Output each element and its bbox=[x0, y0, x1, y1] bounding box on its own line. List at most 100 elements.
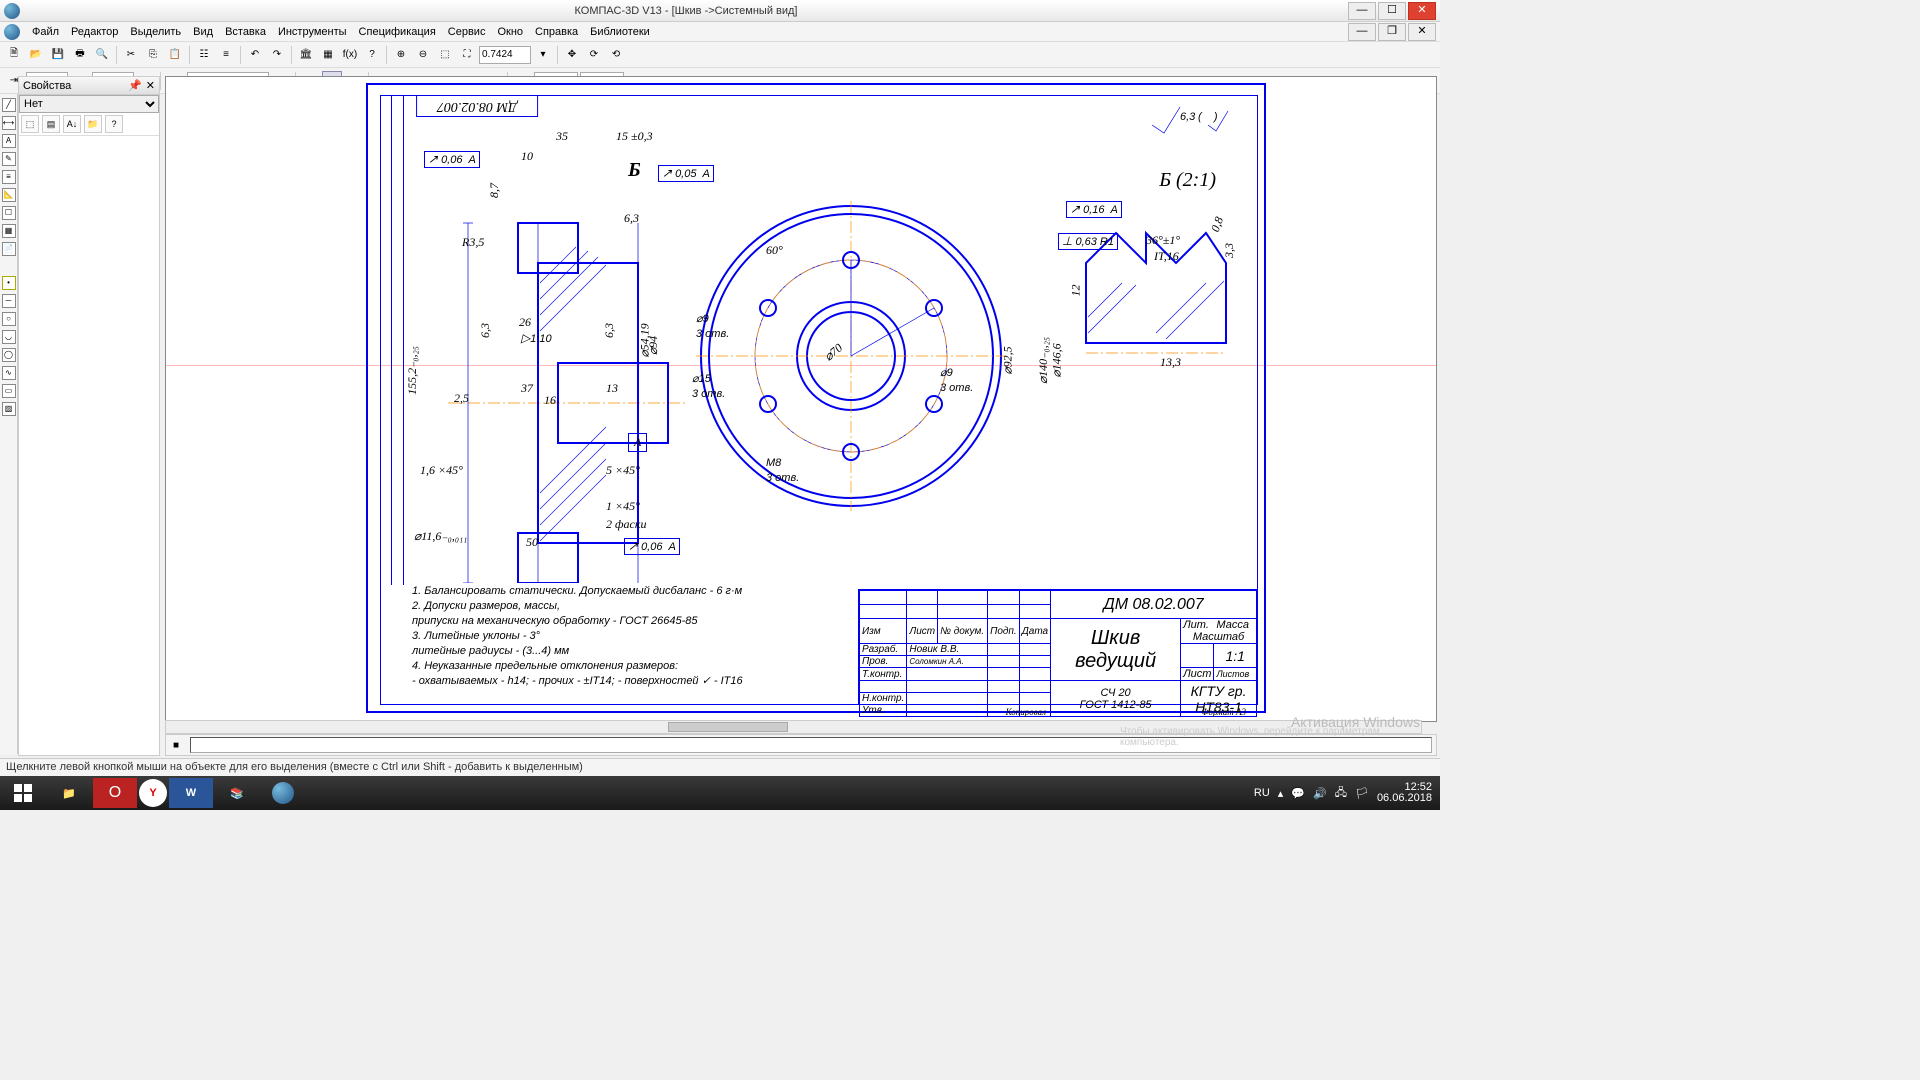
close-button[interactable]: ✕ bbox=[1408, 2, 1436, 20]
vars-icon[interactable]: ≡ bbox=[216, 45, 236, 65]
help-icon[interactable]: ? bbox=[362, 45, 382, 65]
titlebar: КОМПАС-3D V13 - [Шкив ->Системный вид] —… bbox=[0, 0, 1440, 22]
save-icon[interactable]: 💾 bbox=[48, 45, 68, 65]
prop-btn1-icon[interactable]: ⬚ bbox=[21, 115, 39, 133]
drawing-sheet: ДМ 08.02.007 6,3 ( ) Б Б (2:1) bbox=[366, 83, 1266, 713]
copy-icon[interactable]: ⎘ bbox=[143, 45, 163, 65]
spec2-icon[interactable]: ▦ bbox=[2, 224, 16, 238]
task-winrar-icon[interactable]: 📚 bbox=[215, 778, 259, 808]
menu-service[interactable]: Сервис bbox=[442, 24, 492, 40]
menu-spec[interactable]: Спецификация bbox=[353, 24, 442, 40]
task-yandex-icon[interactable]: Y bbox=[139, 779, 167, 807]
properties-panel: Свойства 📌 ✕ Нет ⬚ ▤ A↓ 📁 ? bbox=[18, 76, 160, 756]
command-input[interactable] bbox=[190, 737, 1432, 753]
undo-icon[interactable]: ↶ bbox=[245, 45, 265, 65]
tray-volume-icon[interactable]: 🔊 bbox=[1313, 787, 1327, 800]
prop-btn5-icon[interactable]: ? bbox=[105, 115, 123, 133]
props-close-icon[interactable]: ✕ bbox=[146, 79, 155, 92]
designate-icon[interactable]: A bbox=[2, 134, 16, 148]
geom-icon[interactable]: ╱ bbox=[2, 98, 16, 112]
print-icon[interactable]: 🖶 bbox=[70, 45, 90, 65]
toolbar-main: 🗎 📂 💾 🖶 🔍 ✂ ⎘ 📋 ☷ ≡ ↶ ↷ 🏛 ▦ f(x) ? ⊕ ⊖ ⬚… bbox=[0, 42, 1440, 68]
rect-icon[interactable]: ▭ bbox=[2, 384, 16, 398]
cut-icon[interactable]: ✂ bbox=[121, 45, 141, 65]
menu-edit[interactable]: Редактор bbox=[65, 24, 124, 40]
zoom-input[interactable] bbox=[479, 46, 531, 64]
refresh-icon[interactable]: ⟲ bbox=[606, 45, 626, 65]
task-explorer-icon[interactable]: 📁 bbox=[47, 778, 91, 808]
maximize-button[interactable]: ☐ bbox=[1378, 2, 1406, 20]
properties-title: Свойства bbox=[23, 80, 128, 92]
line-icon[interactable]: ─ bbox=[2, 294, 16, 308]
hatch-icon[interactable]: ▨ bbox=[2, 402, 16, 416]
task-opera-icon[interactable]: O bbox=[93, 778, 137, 808]
menubar: Файл Редактор Выделить Вид Вставка Инстр… bbox=[0, 22, 1440, 42]
menu-view[interactable]: Вид bbox=[187, 24, 219, 40]
menu-window[interactable]: Окно bbox=[491, 24, 529, 40]
preview-icon[interactable]: 🔍 bbox=[92, 45, 112, 65]
props-pin-icon[interactable]: 📌 bbox=[128, 79, 142, 92]
redo-icon[interactable]: ↷ bbox=[267, 45, 287, 65]
zoom-in-icon[interactable]: ⊕ bbox=[391, 45, 411, 65]
tray-action-icon[interactable]: 💬 bbox=[1291, 787, 1305, 800]
menu-libs[interactable]: Библиотеки bbox=[584, 24, 656, 40]
tray-lang[interactable]: RU bbox=[1254, 787, 1270, 799]
pan-icon[interactable]: ✥ bbox=[562, 45, 582, 65]
minimize-button[interactable]: — bbox=[1348, 2, 1376, 20]
rebuild-icon[interactable]: ⟳ bbox=[584, 45, 604, 65]
title-block: ДМ 08.02.007 ИзмЛист № докум.Подп.Дата Ш… bbox=[858, 589, 1258, 705]
paste-icon[interactable]: 📋 bbox=[165, 45, 185, 65]
horizontal-scrollbar[interactable] bbox=[165, 720, 1422, 734]
menu-file[interactable]: Файл bbox=[26, 24, 65, 40]
properties-select[interactable]: Нет bbox=[19, 95, 159, 113]
prop-btn4-icon[interactable]: 📁 bbox=[84, 115, 102, 133]
menu-tools[interactable]: Инструменты bbox=[272, 24, 353, 40]
tray-network-icon[interactable]: 🖧 bbox=[1335, 784, 1347, 803]
measure-icon[interactable]: 📐 bbox=[2, 188, 16, 202]
task-kompas-icon[interactable] bbox=[261, 778, 305, 808]
mdi-close-button[interactable]: ✕ bbox=[1408, 23, 1436, 41]
point-icon[interactable]: • bbox=[2, 276, 16, 290]
system-tray[interactable]: RU ▴ 💬 🔊 🖧 🏳 12:52 06.06.2018 bbox=[1254, 782, 1440, 804]
spec-icon[interactable]: ▦ bbox=[318, 45, 338, 65]
zoom-window-icon[interactable]: ⬚ bbox=[435, 45, 455, 65]
open-icon[interactable]: 📂 bbox=[26, 45, 46, 65]
ellipse-icon[interactable]: ◯ bbox=[2, 348, 16, 362]
left-toolbox: ╱ ⟷ A ✎ ≡ 📐 ☐ ▦ 📄 • ─ ○ ◡ ◯ ∿ ▭ ▨ bbox=[0, 94, 18, 754]
tray-up-icon[interactable]: ▴ bbox=[1278, 787, 1284, 800]
select-icon[interactable]: ☐ bbox=[2, 206, 16, 220]
tray-flag-icon[interactable]: 🏳 bbox=[1355, 787, 1369, 800]
datum-a: А bbox=[628, 433, 647, 452]
mdi-restore-button[interactable]: ❐ bbox=[1378, 23, 1406, 41]
start-button[interactable] bbox=[1, 778, 45, 808]
menu-insert[interactable]: Вставка bbox=[219, 24, 272, 40]
doc-logo-icon bbox=[4, 24, 20, 40]
drawing-canvas[interactable]: ДМ 08.02.007 6,3 ( ) Б Б (2:1) bbox=[165, 76, 1437, 722]
param2-icon[interactable]: ≡ bbox=[2, 170, 16, 184]
prop-btn2-icon[interactable]: ▤ bbox=[42, 115, 60, 133]
cmd-stop-icon[interactable]: ■ bbox=[166, 735, 186, 755]
tray-date[interactable]: 06.06.2018 bbox=[1377, 793, 1432, 804]
side-column bbox=[380, 95, 392, 585]
zoom-out-icon[interactable]: ⊖ bbox=[413, 45, 433, 65]
props-icon[interactable]: ☷ bbox=[194, 45, 214, 65]
status-bar: Щелкните левой кнопкой мыши на объекте д… bbox=[0, 758, 1440, 776]
taskbar: 📁 O Y W 📚 RU ▴ 💬 🔊 🖧 🏳 12:52 06.06.2018 bbox=[0, 776, 1440, 810]
dim-icon[interactable]: ⟷ bbox=[2, 116, 16, 130]
circle-icon[interactable]: ○ bbox=[2, 312, 16, 326]
report-icon[interactable]: 📄 bbox=[2, 242, 16, 256]
front-view bbox=[686, 191, 1016, 521]
prop-btn3-icon[interactable]: A↓ bbox=[63, 115, 81, 133]
lib-icon[interactable]: 🏛 bbox=[296, 45, 316, 65]
fx-icon[interactable]: f(x) bbox=[340, 45, 360, 65]
arc-icon[interactable]: ◡ bbox=[2, 330, 16, 344]
task-word-icon[interactable]: W bbox=[169, 778, 213, 808]
edit-icon[interactable]: ✎ bbox=[2, 152, 16, 166]
menu-select[interactable]: Выделить bbox=[124, 24, 187, 40]
zoom-fit-icon[interactable]: ⛶ bbox=[457, 45, 477, 65]
mdi-minimize-button[interactable]: — bbox=[1348, 23, 1376, 41]
new-icon[interactable]: 🗎 bbox=[4, 45, 24, 65]
spline-icon[interactable]: ∿ bbox=[2, 366, 16, 380]
zoom-dropdown-icon[interactable]: ▾ bbox=[533, 45, 553, 65]
menu-help[interactable]: Справка bbox=[529, 24, 584, 40]
